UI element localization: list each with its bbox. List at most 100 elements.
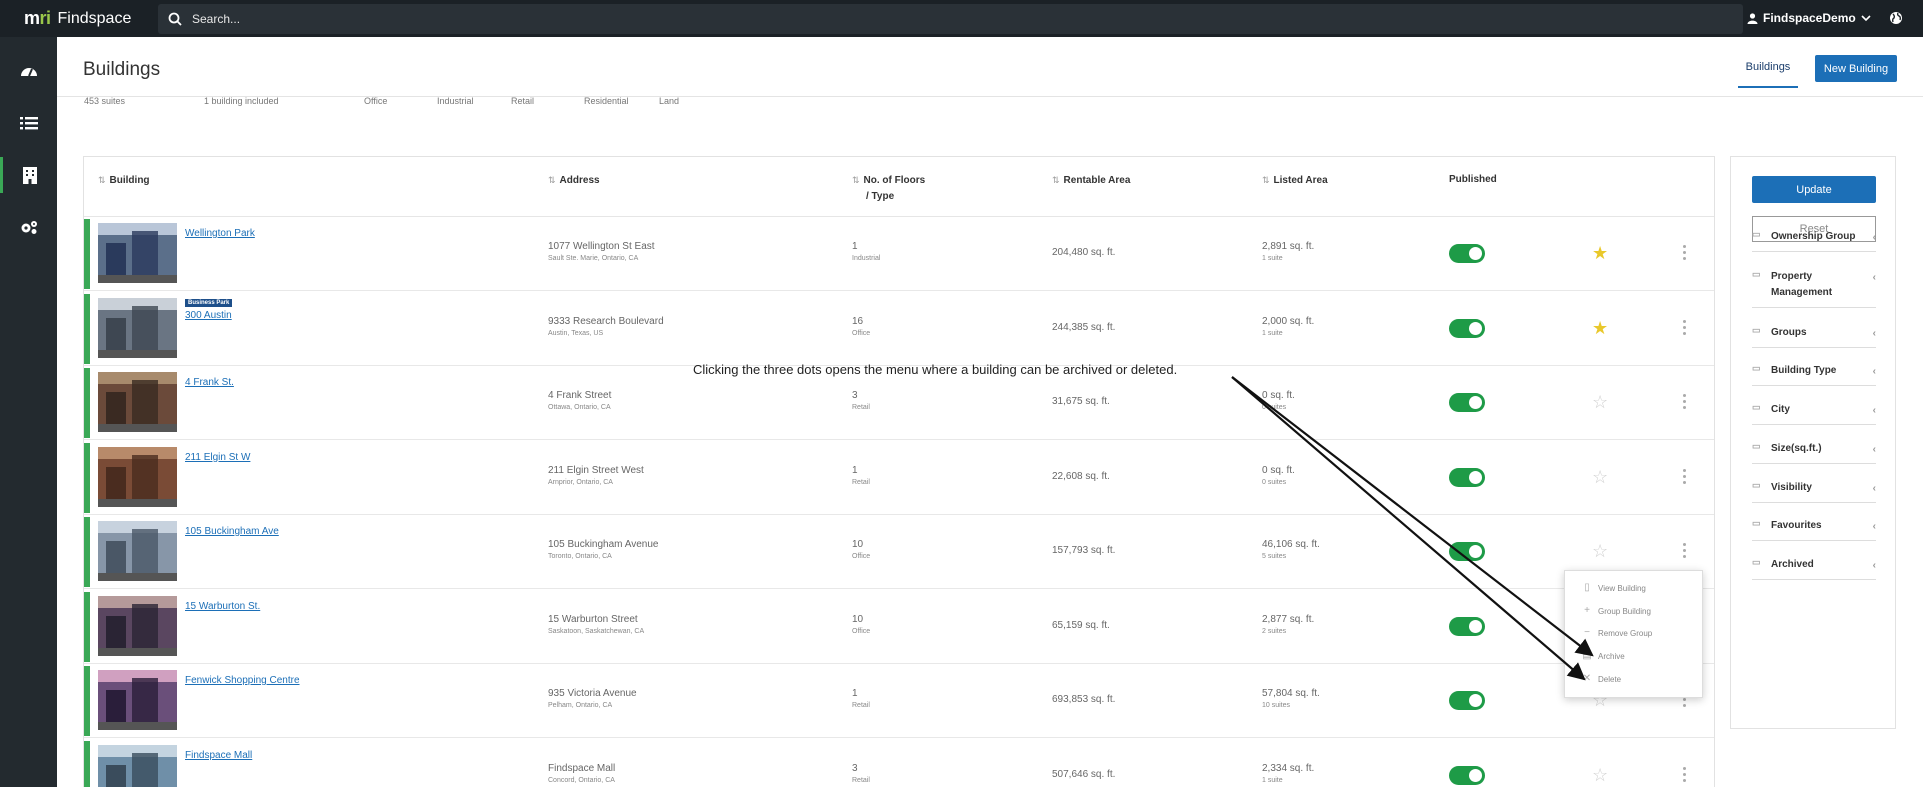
table-row[interactable]: 4 Frank St. 4 Frank Street Ottawa, Ontario… (84, 366, 1714, 440)
chevron-left-icon: ‹ (1872, 366, 1876, 377)
building-icon: ▯ (1584, 582, 1590, 593)
building-thumbnail[interactable] (98, 595, 177, 656)
listed-area: 57,804 sq. ft. 10 suites (1262, 688, 1320, 709)
table-row[interactable]: 15 Warburton St. 15 Warburton Street Saska… (84, 590, 1714, 664)
table-row[interactable]: 105 Buckingham Ave 105 Buckingham Avenue T… (84, 515, 1714, 589)
published-toggle[interactable] (1449, 244, 1485, 263)
filter-property-management[interactable]: ▭ Property Management ‹ (1752, 269, 1876, 308)
more-options-icon[interactable] (1683, 543, 1686, 558)
published-toggle[interactable] (1449, 318, 1485, 338)
published-toggle[interactable] (1449, 691, 1485, 710)
more-options-icon[interactable] (1683, 319, 1686, 335)
building-icon (23, 166, 37, 184)
building-thumbnail[interactable] (98, 446, 177, 507)
business-park-badge: Business Park (185, 298, 233, 307)
building-address: 4 Frank Street Ottawa, Ontario, CA (548, 390, 612, 411)
page-header: Buildings Buildings New Building (57, 37, 1923, 97)
status-bar (84, 368, 90, 438)
sidebar-item-dashboard[interactable] (0, 53, 57, 89)
col-rentable[interactable]: ⇅ Rentable Area (1052, 172, 1130, 189)
building-thumbnail[interactable] (98, 223, 177, 283)
briefcase-icon: ▭ (1752, 441, 1761, 451)
menu-remove-group[interactable]: − Remove Group (1582, 628, 1652, 638)
menu-archive[interactable]: ▤ Archive (1582, 651, 1624, 661)
col-listed[interactable]: ⇅ Listed Area (1262, 172, 1328, 189)
status-bar (84, 293, 90, 364)
building-name-link[interactable]: 4 Frank St. (185, 377, 234, 388)
more-options-icon[interactable] (1683, 468, 1686, 484)
building-name-link[interactable]: 105 Buckingham Ave (185, 526, 279, 537)
sort-icon: ⇅ (1052, 175, 1060, 185)
col-published[interactable]: Published (1449, 172, 1497, 188)
sidebar-item-buildings[interactable] (0, 157, 57, 193)
building-name-link[interactable]: Wellington Park (185, 228, 255, 239)
building-floors: 1 Industrial (852, 241, 881, 262)
user-menu[interactable]: FindspaceDemo (1747, 11, 1871, 25)
published-toggle[interactable] (1449, 616, 1485, 636)
table-row[interactable]: Business Park 300 Austin 9333 Research Bou… (84, 292, 1714, 366)
published-toggle[interactable] (1449, 542, 1485, 561)
listed-area: 0 sq. ft. 0 suites (1262, 390, 1295, 411)
new-building-button[interactable]: New Building (1815, 55, 1897, 82)
table-row[interactable]: 211 Elgin St W 211 Elgin Street West Arnpr… (84, 441, 1714, 515)
building-name-link[interactable]: Findspace Mall (185, 750, 252, 761)
published-toggle[interactable] (1449, 467, 1485, 487)
chevron-left-icon: ‹ (1872, 232, 1876, 243)
favourite-star-icon[interactable]: ☆ (1592, 393, 1608, 411)
building-name-link[interactable]: 15 Warburton St. (185, 601, 260, 612)
filter-favourites[interactable]: ▭ Favourites ‹ (1752, 518, 1876, 541)
filter-city[interactable]: ▭ City ‹ (1752, 402, 1876, 425)
favourite-star-icon[interactable]: ☆ (1592, 468, 1608, 486)
menu-group-building[interactable]: + Group Building (1582, 606, 1651, 616)
rentable-area: 22,608 sq. ft. (1052, 470, 1110, 482)
filter-groups[interactable]: ▭ Groups ‹ (1752, 325, 1876, 348)
table-row[interactable]: Findspace Mall Findspace Mall Concord, Ont… (84, 739, 1714, 787)
search-input[interactable]: Search... (158, 4, 1743, 34)
update-button[interactable]: Update (1752, 176, 1876, 203)
building-name-link[interactable]: 211 Elgin St W (185, 452, 250, 463)
status-bar (84, 442, 90, 513)
brand[interactable]: mri Findspace (24, 8, 131, 29)
filter-ownership-group[interactable]: ▭ Ownership Group ‹ (1752, 229, 1876, 252)
building-name-link[interactable]: Fenwick Shopping Centre (185, 675, 300, 686)
more-options-icon[interactable] (1683, 766, 1686, 782)
building-thumbnail[interactable] (98, 744, 177, 787)
briefcase-icon: ▭ (1752, 269, 1761, 279)
building-floors: 1 Retail (852, 688, 870, 709)
published-toggle[interactable] (1449, 765, 1485, 785)
building-name-link[interactable]: 300 Austin (185, 310, 232, 321)
building-thumbnail[interactable] (98, 372, 177, 432)
briefcase-icon: ▭ (1752, 480, 1761, 490)
table-header: ⇅ Building ⇅ Address ⇅ No. of Floors / Type … (84, 157, 1714, 217)
filter-building-type[interactable]: ▭ Building Type ‹ (1752, 363, 1876, 386)
more-options-icon[interactable] (1683, 394, 1686, 409)
favourite-star-icon[interactable]: ★ (1592, 319, 1608, 337)
favourite-star-icon[interactable]: ★ (1592, 244, 1608, 262)
filter-visibility[interactable]: ▭ Visibility ‹ (1752, 480, 1876, 503)
col-building[interactable]: ⇅ Building (98, 172, 150, 189)
menu-delete[interactable]: ✕ Delete (1582, 674, 1621, 684)
building-thumbnail[interactable] (98, 297, 177, 358)
filter-archived[interactable]: ▭ Archived ‹ (1752, 557, 1876, 580)
building-thumbnail[interactable] (98, 521, 177, 581)
col-floors[interactable]: ⇅ No. of Floors / Type (852, 172, 925, 205)
table-row[interactable]: Wellington Park 1077 Wellington St East Sa… (84, 217, 1714, 291)
favourite-star-icon[interactable]: ☆ (1592, 542, 1608, 560)
published-toggle[interactable] (1449, 393, 1485, 412)
globe-icon[interactable] (1889, 11, 1903, 30)
sidebar-item-list[interactable] (0, 105, 57, 141)
building-floors: 3 Retail (852, 762, 870, 784)
more-options-icon[interactable] (1683, 245, 1686, 260)
menu-view-building[interactable]: ▯ View Building (1582, 583, 1646, 593)
filter-size-sq-ft[interactable]: ▭ Size(sq.ft.) ‹ (1752, 441, 1876, 464)
sidebar-item-settings[interactable] (0, 209, 57, 245)
col-address[interactable]: ⇅ Address (548, 172, 600, 189)
table-row[interactable]: Fenwick Shopping Centre 935 Victoria Aven… (84, 664, 1714, 738)
status-bar (84, 591, 90, 662)
toggle-knob (1469, 545, 1482, 558)
tab-buildings[interactable]: Buildings (1738, 61, 1798, 88)
listed-area: 2,891 sq. ft. 1 suite (1262, 241, 1315, 262)
page-title: Buildings (83, 59, 161, 80)
favourite-star-icon[interactable]: ☆ (1592, 766, 1608, 784)
building-thumbnail[interactable] (98, 670, 177, 730)
